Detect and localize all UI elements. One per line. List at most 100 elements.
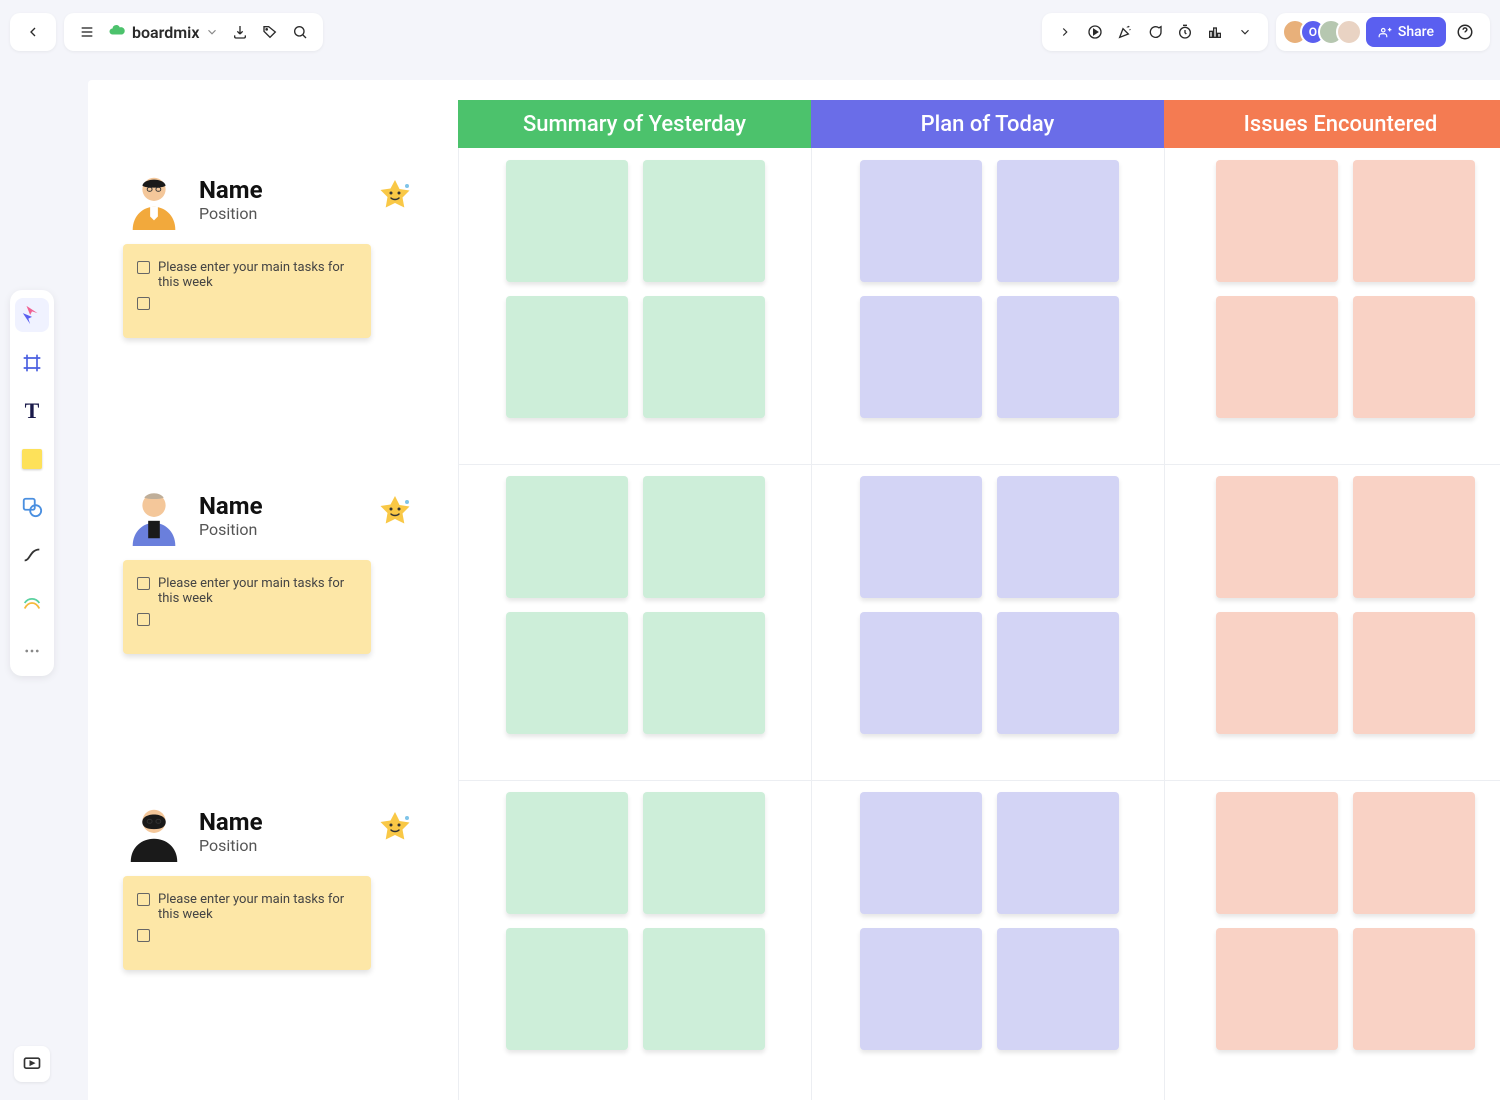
menu-button[interactable]	[72, 17, 102, 47]
notes-grid-yesterday	[506, 160, 766, 418]
notes-grid-issues	[1216, 476, 1476, 734]
text-tool[interactable]: T	[15, 394, 49, 428]
sticky-note[interactable]	[997, 476, 1119, 598]
sticky-note[interactable]	[506, 792, 628, 914]
sticky-note[interactable]	[1353, 296, 1475, 418]
column-label: Plan of Today	[921, 112, 1055, 137]
person-avatar	[123, 484, 185, 546]
sticky-note[interactable]	[1216, 476, 1338, 598]
frame-tool[interactable]	[15, 346, 49, 380]
share-icon	[1378, 25, 1392, 39]
sticky-note[interactable]	[506, 476, 628, 598]
star-icon[interactable]	[377, 178, 413, 214]
task-note[interactable]: Please enter your main tasks for this we…	[123, 876, 371, 970]
person-position[interactable]: Position	[199, 520, 263, 539]
checkbox-icon[interactable]	[137, 613, 150, 626]
sticky-note[interactable]	[643, 160, 765, 282]
sticky-note[interactable]	[997, 928, 1119, 1050]
task-placeholder: Please enter your main tasks for this we…	[158, 260, 357, 290]
sticky-note[interactable]	[1216, 160, 1338, 282]
person-name[interactable]: Name	[199, 808, 263, 836]
more-tools[interactable]	[15, 634, 49, 668]
sticky-note[interactable]	[997, 612, 1119, 734]
sticky-note[interactable]	[1216, 928, 1338, 1050]
highlighter-tool[interactable]	[15, 586, 49, 620]
person-position[interactable]: Position	[199, 204, 263, 223]
side-toolbar: T	[10, 290, 54, 676]
sticky-note[interactable]	[1353, 792, 1475, 914]
vote-button[interactable]	[1200, 17, 1230, 47]
sticky-note[interactable]	[1216, 296, 1338, 418]
column-header-issues[interactable]: Issues Encountered	[1164, 100, 1500, 148]
shape-tool[interactable]	[15, 490, 49, 524]
tag-button[interactable]	[255, 17, 285, 47]
checkbox-icon[interactable]	[137, 261, 150, 274]
notes-grid-today	[860, 476, 1120, 734]
sticky-note[interactable]	[643, 296, 765, 418]
sticky-note[interactable]	[860, 476, 982, 598]
star-icon[interactable]	[377, 810, 413, 846]
sticky-note[interactable]	[997, 792, 1119, 914]
sticky-note[interactable]	[1353, 476, 1475, 598]
sticky-note[interactable]	[860, 296, 982, 418]
sticky-note[interactable]	[643, 476, 765, 598]
slides-button[interactable]	[14, 1046, 50, 1082]
more-top-button[interactable]	[1230, 17, 1260, 47]
checkbox-icon[interactable]	[137, 577, 150, 590]
sticky-note[interactable]	[860, 612, 982, 734]
confetti-button[interactable]	[1110, 17, 1140, 47]
connector-tool[interactable]	[15, 538, 49, 572]
sticky-note[interactable]	[1353, 928, 1475, 1050]
share-label: Share	[1398, 24, 1434, 40]
sticky-note[interactable]	[860, 792, 982, 914]
avatar[interactable]	[1336, 19, 1362, 45]
task-placeholder: Please enter your main tasks for this we…	[158, 892, 357, 922]
checkbox-icon[interactable]	[137, 893, 150, 906]
sticky-note[interactable]	[643, 928, 765, 1050]
board-canvas[interactable]: Summary of Yesterday Plan of Today Issue…	[88, 80, 1500, 1100]
sticky-note-tool[interactable]	[15, 442, 49, 476]
app-title[interactable]: boardmix	[102, 21, 225, 43]
timer-button[interactable]	[1170, 17, 1200, 47]
checkbox-icon[interactable]	[137, 297, 150, 310]
help-button[interactable]	[1450, 17, 1480, 47]
sticky-note[interactable]	[860, 160, 982, 282]
sticky-note[interactable]	[1353, 612, 1475, 734]
sticky-note[interactable]	[1216, 792, 1338, 914]
search-button[interactable]	[285, 17, 315, 47]
presentation-button[interactable]	[1080, 17, 1110, 47]
notes-grid-issues	[1216, 792, 1476, 1050]
sticky-note[interactable]	[643, 792, 765, 914]
person-position[interactable]: Position	[199, 836, 263, 855]
back-button[interactable]	[18, 17, 48, 47]
sticky-note[interactable]	[997, 296, 1119, 418]
task-placeholder: Please enter your main tasks for this we…	[158, 576, 357, 606]
sticky-note[interactable]	[506, 928, 628, 1050]
columns-header: Summary of Yesterday Plan of Today Issue…	[458, 100, 1500, 148]
task-note[interactable]: Please enter your main tasks for this we…	[123, 244, 371, 338]
sticky-note[interactable]	[1216, 612, 1338, 734]
sticky-note[interactable]	[1353, 160, 1475, 282]
column-header-today[interactable]: Plan of Today	[811, 100, 1164, 148]
sticky-note[interactable]	[506, 160, 628, 282]
person-avatar	[123, 168, 185, 230]
sticky-note[interactable]	[506, 296, 628, 418]
checkbox-icon[interactable]	[137, 929, 150, 942]
download-button[interactable]	[225, 17, 255, 47]
select-tool[interactable]	[15, 298, 49, 332]
share-button[interactable]: Share	[1366, 17, 1446, 47]
person-avatar	[123, 800, 185, 862]
star-icon[interactable]	[377, 494, 413, 530]
notes-grid-yesterday	[506, 792, 766, 1050]
person-name[interactable]: Name	[199, 492, 263, 520]
comment-button[interactable]	[1140, 17, 1170, 47]
sticky-note[interactable]	[506, 612, 628, 734]
collaborator-avatars[interactable]: O	[1290, 19, 1362, 45]
task-note[interactable]: Please enter your main tasks for this we…	[123, 560, 371, 654]
sticky-note[interactable]	[643, 612, 765, 734]
expand-right-button[interactable]	[1050, 17, 1080, 47]
sticky-note[interactable]	[997, 160, 1119, 282]
column-header-yesterday[interactable]: Summary of Yesterday	[458, 100, 811, 148]
sticky-note[interactable]	[860, 928, 982, 1050]
person-name[interactable]: Name	[199, 176, 263, 204]
